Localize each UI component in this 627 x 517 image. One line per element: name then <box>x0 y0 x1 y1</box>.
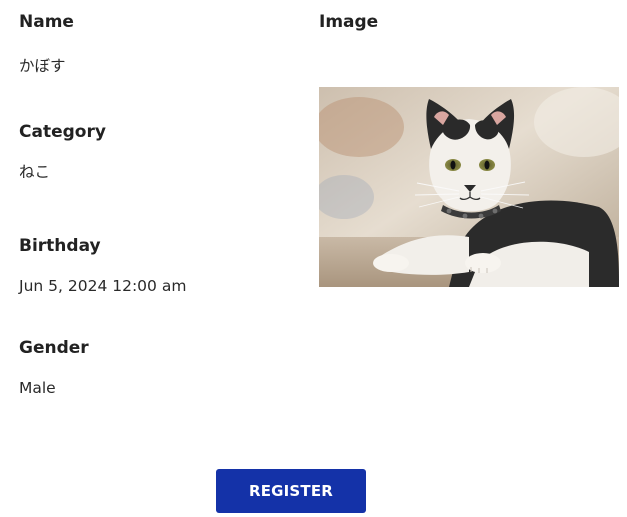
birthday-value: Jun 5, 2024 12:00 am <box>19 277 187 295</box>
gender-value: Male <box>19 379 56 397</box>
register-button[interactable]: REGISTER <box>216 469 366 513</box>
name-label: Name <box>19 12 74 32</box>
name-value: かぼす <box>19 57 66 75</box>
image-label: Image <box>319 12 379 32</box>
birthday-label: Birthday <box>19 236 101 256</box>
category-value: ねこ <box>19 163 51 181</box>
pet-photo <box>319 87 619 287</box>
category-label: Category <box>19 122 106 142</box>
gender-label: Gender <box>19 338 89 358</box>
